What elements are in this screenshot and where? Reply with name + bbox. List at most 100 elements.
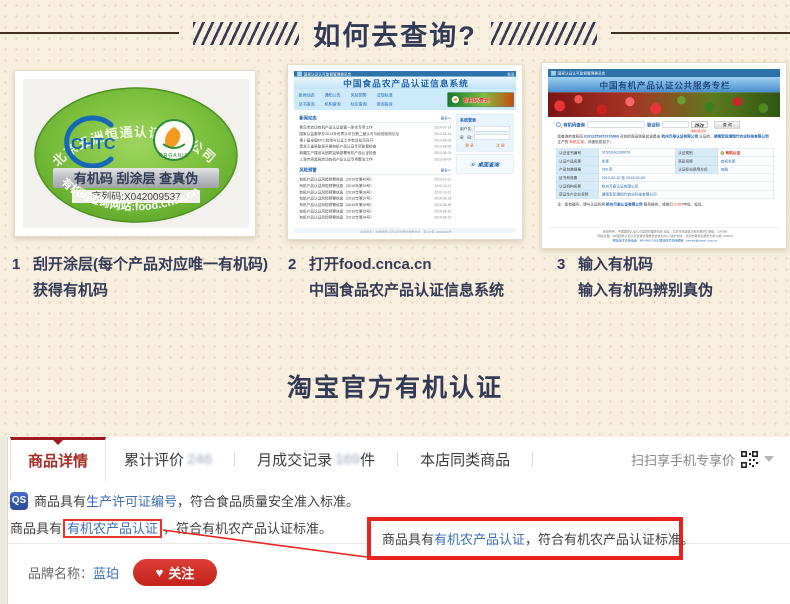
chtc-logo-text: CHTC [71, 136, 116, 153]
cnca-site-screenshot: 国家认证认可监督管理委员会 登录 中国食品农产品认证信息系统 新闻动态 通知公告… [294, 71, 516, 233]
site2-header: 中国有机产品认证公共服务专栏 [548, 77, 780, 92]
site2-captcha-input [663, 122, 689, 128]
organic-cert-line: 商品具有有机农产品认证，符合有机农产品认证标准。 [10, 518, 332, 537]
tab-similar-items[interactable]: 本店同类商品 [402, 437, 528, 481]
taobao-product-section: 商品详情 累计评价 246 月成交记录 169 件 本店同类商品 扫扫享手机专享… [0, 437, 790, 604]
step-1: 1 刮开涂层(每个产品对应唯一有机码) 获得有机码 [12, 252, 268, 304]
site1-footer: 版权所有：中国国家认证认可监督管理委员会 京ICP备 19000000号 [294, 228, 516, 233]
site1-nav-item: 咨询投诉 [377, 101, 393, 107]
site1-nav-item: 通知公告 [325, 92, 341, 98]
site1-news-header: 新闻动态 [299, 115, 316, 121]
title-rule-right [611, 32, 790, 34]
production-license-link[interactable]: 生产许可证编号 [86, 494, 177, 509]
step1-line2: 获得有机码 [33, 278, 268, 304]
site1-login-panel: 系统登录 用户名： 密 码： 登 录 注 册 [457, 114, 514, 151]
product-tabbar: 商品详情 累计评价 246 月成交记录 169 件 本店同类商品 扫扫享手机专享… [8, 437, 790, 481]
step-2: 2 打开food.cnca.cn 中国食品农产品认证信息系统 [288, 252, 504, 304]
brand-label: 品牌名称： [28, 566, 93, 581]
site1-register-button: 注 册 [496, 143, 504, 148]
organic-cert-badge-icon [721, 151, 724, 154]
reviews-count: 246 [187, 451, 212, 468]
table-row: 认证证书编号 015OGA1200076 认证类别 有机认证 [556, 148, 774, 156]
site1-risk-header: 风险预警 [299, 167, 316, 173]
step3-line1: 输入有机码 [578, 252, 713, 278]
organic-service-site-screenshot: 国家认证认可监督管理委员会 中国有机产品认证公共服务专栏 有机码查询 验证码 2… [548, 69, 780, 242]
site1-nav-item: 机构查询 [325, 101, 341, 107]
site2-captcha-image: 262y 刷新验证码 [691, 122, 707, 128]
organic-cert-link-highlighted[interactable]: 有机农产品认证 [63, 519, 162, 538]
site2-query-form: 有机码查询 验证码 262y 刷新验证码 查 询 [548, 117, 780, 132]
site2-fruit-banner-image [548, 92, 780, 117]
heart-icon: ♥ [156, 565, 164, 580]
site1-news-list: 青岛市启动有机产品认证监管一体化专项工作2014-07-14 国家认监委举办20… [299, 123, 452, 166]
site1-desktop-query-text: 桌面查询 [478, 160, 499, 168]
site1-body: 新闻动态 更多>> 青岛市启动有机产品认证监管一体化专项工作2014-07-14… [294, 110, 516, 228]
brand-row: 品牌名称：蓝珀 ♥ 关注 [28, 557, 217, 587]
site2-agency-name: 国家认证认可监督管理委员会 [558, 70, 606, 75]
title-rule-left [0, 32, 179, 34]
qs-badge-icon: QS [10, 492, 28, 510]
step3-image-card: 国家认证认可监督管理委员会 中国有机产品认证公共服务专栏 有机码查询 验证码 2… [541, 62, 787, 249]
table-row: 证书有效期 2012-02-10 至 2013-02-09 [556, 173, 774, 181]
site1-organic-code-banner: 有机码查询 [447, 92, 514, 107]
site2-refresh-captcha-link: 刷新验证码 [691, 128, 706, 134]
table-row: 获证生产企业名称 湖南宏亚湘恒代农业科技有限公司 [556, 190, 774, 198]
sticker-scratch-band-text: 有机码 刮涂层 查真伪 [74, 171, 198, 186]
site2-note: 注：如有疑问，请与认证机构 杭州万泰认证有限公司 联系核实，或拨打12365申诉… [557, 202, 772, 207]
step1-image-card: 北京五洲恒通认证有限公司 CHTC ORGANIC 有机码 刮涂层 查真伪 序列… [14, 70, 256, 237]
site2-agency-logo-icon [551, 71, 555, 75]
site2-title: 中国有机产品认证公共服务专栏 [600, 78, 731, 90]
qr-code-icon [741, 451, 758, 468]
news-item: 上海市质监局启动有机产品认证专项整治工作2013-09-04 [299, 156, 451, 162]
site1-nav-item: 标识查询 [351, 101, 367, 107]
tab-monthly-sales[interactable]: 月成交记录 169 件 [239, 437, 393, 481]
tab-product-detail[interactable]: 商品详情 [10, 437, 106, 481]
brand-name-link[interactable]: 蓝珀 [93, 566, 119, 581]
site1-nav: 新闻动态 通知公告 风险预警 法规标准 证书查询 机构查询 标识查询 咨询投诉 [294, 89, 516, 110]
organic-logo-text: ORGANIC [159, 153, 189, 159]
site2-cert-table: 认证证书编号 015OGA1200076 认证类别 有机认证 认证产品名称 生菜… [556, 148, 774, 198]
organic-cert-callout-box: 商品具有有机农产品认证，符合有机农产品认证标准。 [367, 517, 683, 560]
step1-line1: 刮开涂层(每个产品对应唯一有机码) [33, 252, 268, 278]
site1-password-input [475, 134, 510, 139]
site1-login-title: 系统登录 [460, 117, 510, 123]
tab-separator [397, 452, 398, 467]
site2-query-label: 有机码查询 [563, 121, 585, 127]
section-title-row: 如何去查询? [0, 14, 790, 52]
site2-topbar: 国家认证认可监督管理委员会 [548, 69, 780, 77]
site1-agency-name: 国家认证认可监督管理委员会 [304, 71, 352, 76]
site2-footer: 版权所有：中国国家认证认可监督管理委员会 地址：北京市海淀区马甸东路9号 邮编：… [548, 228, 780, 242]
organic-sticker-photo: 北京五洲恒通认证有限公司 CHTC ORGANIC 有机码 刮涂层 查真伪 序列… [23, 79, 249, 228]
site1-risk-more-link: 更多>> [441, 168, 452, 173]
site1-login-link: 登录 [507, 71, 514, 76]
site2-search-button: 查 询 [715, 121, 740, 128]
taobao-cert-title: 淘宝官方有机认证 [0, 368, 790, 404]
site1-nav-item: 证书查询 [299, 101, 315, 107]
tab-separator [234, 452, 235, 467]
site1-banner-text: 有机码查询 [463, 96, 490, 104]
table-row: 产品包装规格 300 克 认证标志使用方式 加贴 [556, 165, 774, 173]
table-row: 认证机构名称 杭州万泰认证有限公司 [556, 182, 774, 190]
scan-label: 扫扫享手机专享价 [631, 450, 735, 469]
slash-decoration-left-icon [193, 22, 299, 45]
slash-decoration-right-icon [491, 22, 597, 45]
site1-risk-list: 有机产品认证风险预警信息（2010年第40号）2010-10-12 有机产品认证… [299, 175, 452, 224]
page: 如何去查询? [0, 0, 790, 604]
section-title: 如何去查询? [313, 14, 477, 53]
page-left-edge [0, 437, 8, 604]
step2-image-card: 国家认证认可监督管理委员会 登录 中国食品农产品认证信息系统 新闻动态 通知公告… [287, 64, 523, 240]
sales-count: 169 [335, 451, 360, 468]
site1-news-more-link: 更多>> [441, 116, 452, 121]
step-3: 3 输入有机码 输入有机码辨别真伪 [557, 252, 713, 304]
site2-captcha-label: 验证码 [647, 121, 660, 127]
tab-reviews[interactable]: 累计评价 246 [106, 437, 230, 481]
site1-header: 中国食品农产品认证信息系统 [294, 77, 516, 90]
site1-username-input [475, 126, 510, 131]
step2-line2: 中国食品农产品认证信息系统 [309, 278, 504, 304]
site1-nav-item: 风险预警 [351, 92, 367, 98]
site1-login-button: 登 录 [465, 143, 473, 148]
mobile-price-scan[interactable]: 扫扫享手机专享价 [631, 450, 790, 469]
follow-button[interactable]: ♥ 关注 [133, 559, 217, 586]
how-to-query-section: 如何去查询? [0, 0, 790, 437]
site2-code-input [588, 122, 645, 128]
